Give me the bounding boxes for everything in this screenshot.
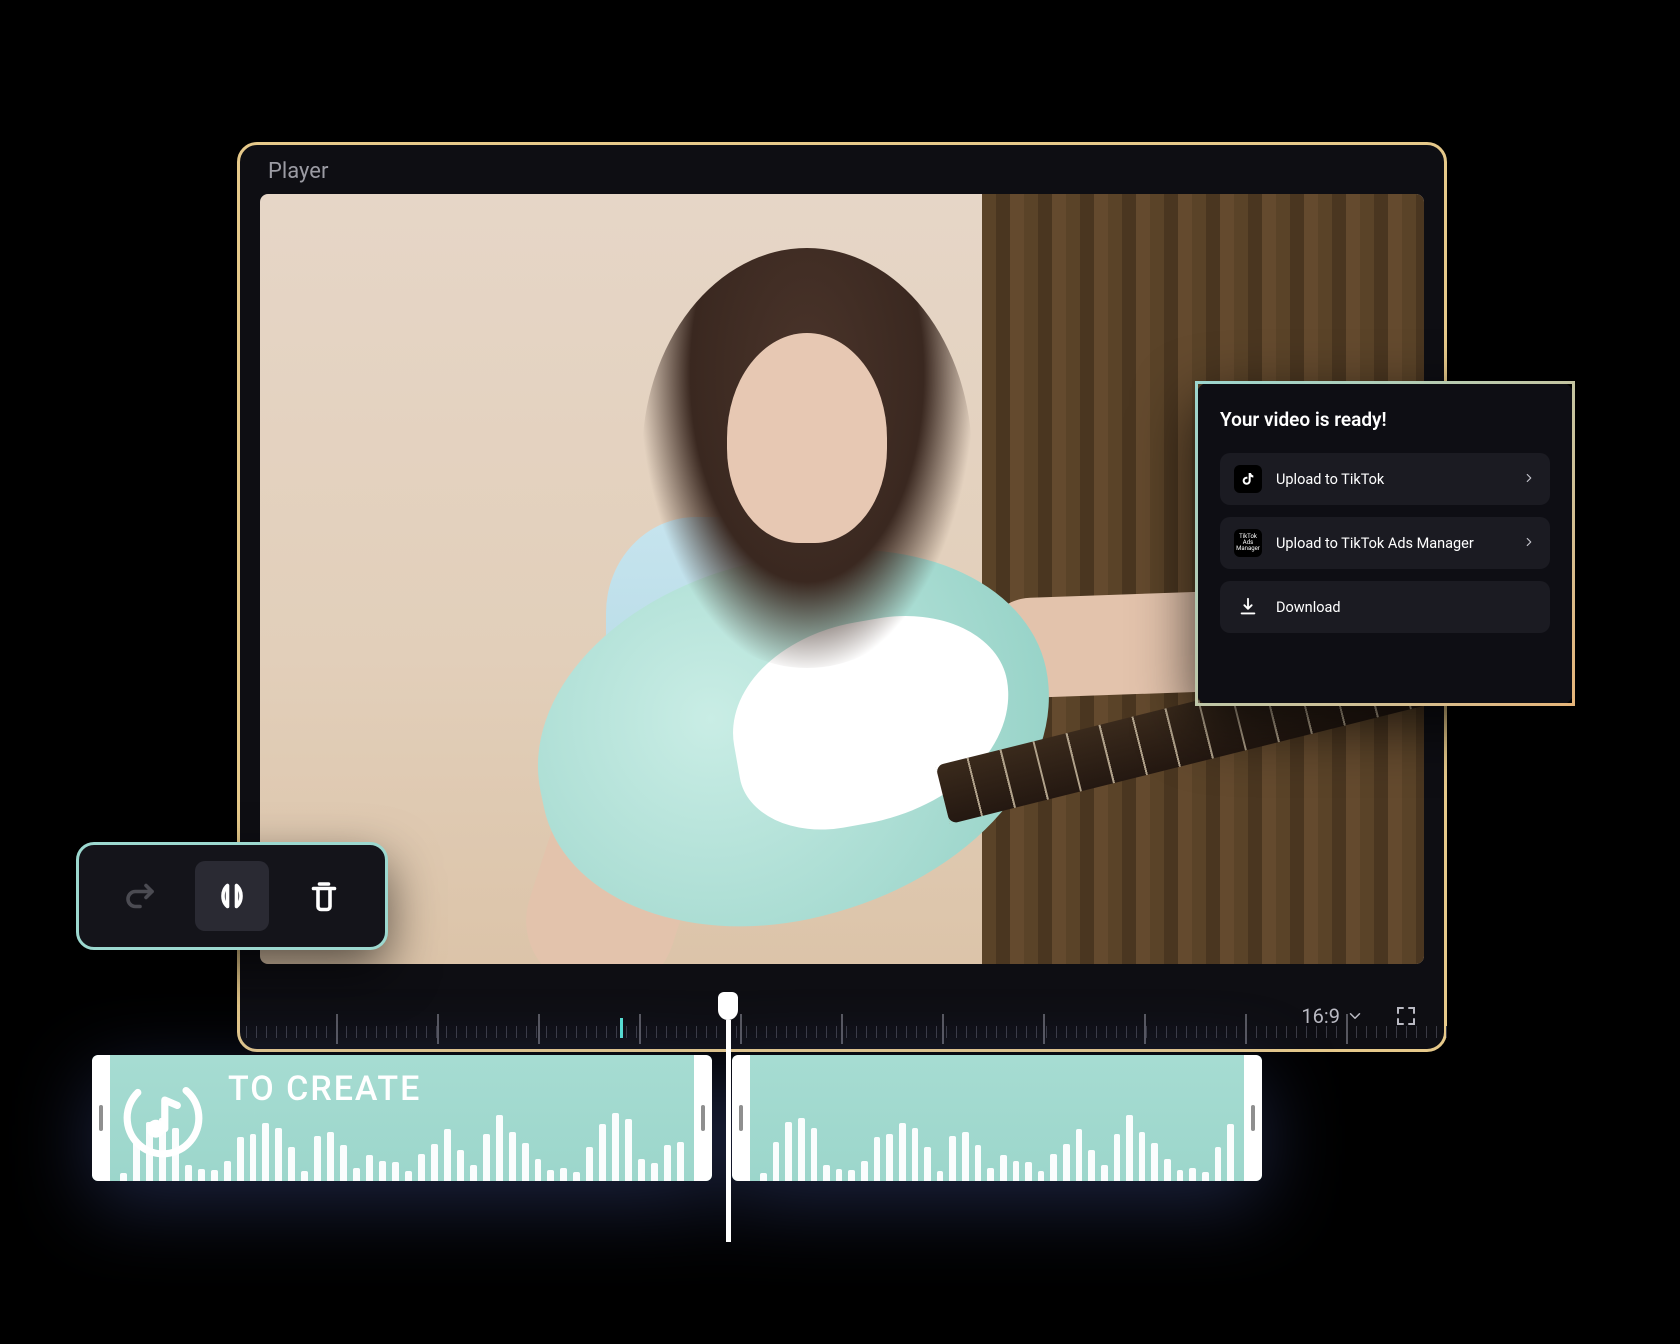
timeline-ruler-major [237,1014,1447,1044]
export-item-label: Upload to TikTok Ads Manager [1276,535,1508,552]
split-icon [214,878,250,914]
export-card-title: Your video is ready! [1220,408,1550,431]
export-item-label: Upload to TikTok [1276,471,1508,488]
chevron-right-icon [1522,470,1536,489]
trash-icon [306,878,342,914]
redo-icon [122,878,158,914]
upload-tiktok-button[interactable]: Upload to TikTok [1220,453,1550,505]
download-button[interactable]: Download [1220,581,1550,633]
clip-handle-left[interactable] [732,1055,750,1181]
download-icon [1234,593,1262,621]
waveform [750,1101,1244,1181]
audio-clip[interactable]: TO CREATE [92,1055,712,1181]
upload-tiktok-ads-button[interactable]: TikTok Ads Manager Upload to TikTok Ads … [1220,517,1550,569]
edit-toolbar [76,842,388,950]
export-item-label: Download [1276,599,1536,616]
tiktok-icon [1234,465,1262,493]
player-title: Player [240,145,1444,194]
audio-clip[interactable] [732,1055,1262,1181]
clip-handle-right[interactable] [1244,1055,1262,1181]
split-button[interactable] [195,861,269,931]
waveform [110,1101,694,1181]
clip-handle-left[interactable] [92,1055,110,1181]
timeline-accent-tick [620,1018,623,1038]
chevron-right-icon [1522,534,1536,553]
audio-track: TO CREATE [92,1055,1262,1181]
export-ready-card: Your video is ready! Upload to TikTok Ti… [1195,381,1575,706]
redo-button[interactable] [103,861,177,931]
tiktok-ads-icon: TikTok Ads Manager [1234,529,1262,557]
delete-button[interactable] [287,861,361,931]
clip-handle-right[interactable] [694,1055,712,1181]
